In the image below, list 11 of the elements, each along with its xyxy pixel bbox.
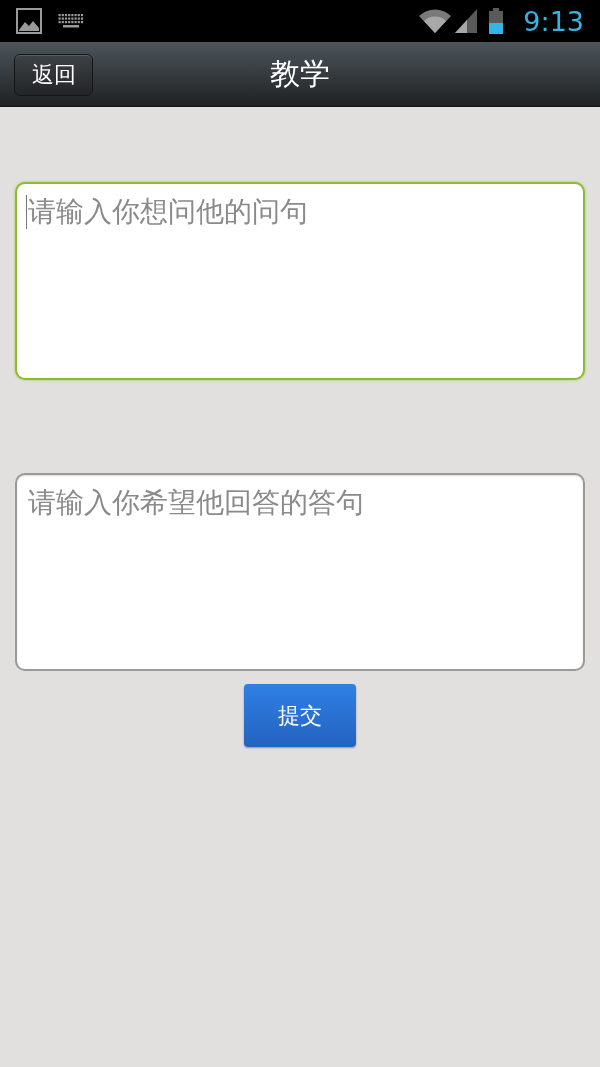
back-button[interactable]: 返回 — [14, 54, 93, 96]
wifi-icon — [419, 9, 452, 33]
picture-icon — [16, 8, 42, 34]
keyboard-icon — [58, 14, 84, 28]
battery-icon — [489, 8, 504, 34]
clock-time: 9:13 — [523, 7, 584, 35]
submit-button[interactable]: 提交 — [244, 684, 356, 747]
signal-icon — [455, 9, 478, 33]
text-input-field[interactable]: 请输入你希望他回答的答句 — [15, 473, 585, 671]
text-input-field[interactable]: 请输入你想问他的问句 — [15, 182, 585, 380]
page-title: 教学 — [270, 59, 330, 89]
